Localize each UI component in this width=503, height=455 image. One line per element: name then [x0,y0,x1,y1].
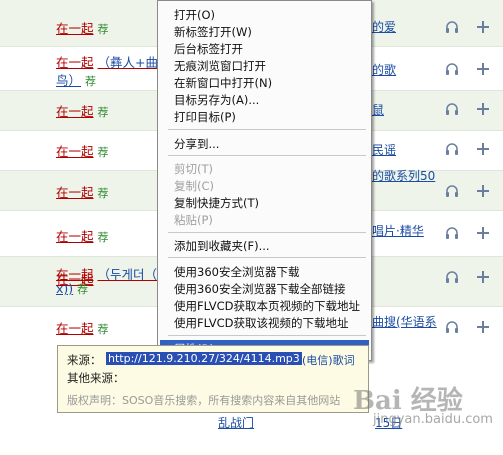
album-link[interactable]: 曲搜(华语系 [372,313,437,330]
menu-item-paste: 粘贴(P) [174,213,213,227]
headphone-icon[interactable] [445,226,459,240]
recommend-badge: 荐 [85,75,97,88]
song-link[interactable]: 在一起荐 [56,226,109,245]
baidu-watermark-url: jingyan.baidu.com [373,412,493,427]
menu-gutter [158,1,168,360]
add-icon[interactable] [476,142,490,156]
recommend-badge: 荐 [97,23,109,36]
headphone-icon[interactable] [445,142,459,156]
menu-item-copy: 复制(C) [174,179,215,193]
add-icon[interactable] [476,320,490,334]
menu-item-download-all-360[interactable]: 使用360安全浏览器下载全部链接 [174,281,345,297]
recommend-badge: 荐 [97,106,109,119]
menu-item-add-to-favorites[interactable]: 添加到收藏夹(F)... [174,238,270,254]
add-icon[interactable] [476,270,490,284]
source-tooltip: 来源： http://121.9.210.27/324/4114.mp3 (电信… [57,345,369,413]
other-source-label: 其他来源： [67,371,125,385]
add-icon[interactable] [476,62,490,76]
song-link-continued[interactable]: x)) 荐 [56,281,88,297]
menu-item-open-new-window[interactable]: 在新窗口中打开(N) [174,75,272,91]
menu-item-share[interactable]: 分享到... [174,136,219,152]
headphone-icon[interactable] [445,20,459,34]
album-link[interactable]: 鼠 [372,101,384,118]
add-icon[interactable] [476,20,490,34]
recommend-badge: 荐 [77,283,89,296]
menu-separator [168,257,366,258]
recommend-badge: 荐 [97,187,109,200]
menu-item-copy-shortcut[interactable]: 复制快捷方式(T) [174,195,259,211]
menu-separator [168,129,366,130]
song-link-continued[interactable]: 鸟）荐 [56,70,96,89]
headphone-icon[interactable] [445,102,459,116]
menu-item-open[interactable]: 打开(O) [174,7,215,23]
headphone-icon[interactable] [445,270,459,284]
menu-item-download-360[interactable]: 使用360安全浏览器下载 [174,264,299,280]
headphone-icon[interactable] [445,62,459,76]
menu-item-flvcd-video[interactable]: 使用FLVCD获取该视频的下载地址 [174,315,349,331]
menu-item-save-target-as[interactable]: 目标另存为(A)... [174,92,259,108]
menu-separator [168,335,366,336]
song-link[interactable]: 在一起荐 [56,101,109,120]
menu-item-open-background-tab[interactable]: 后台标签打开 [174,41,243,57]
add-icon[interactable] [476,184,490,198]
menu-separator [168,155,366,156]
menu-item-print-target[interactable]: 打印目标(P) [174,109,236,125]
album-link[interactable]: 的歌 [372,61,396,78]
song-link[interactable]: 在一起荐 [56,318,109,337]
recommend-badge: 荐 [97,146,109,159]
song-link[interactable]: 在一起 （彝人+曲 [56,52,158,71]
bottom-album-link[interactable]: 乱战门 [218,414,254,431]
copyright-notice: 版权声明：SOSO音乐搜索，所有搜索内容来自其他网站 [67,394,341,407]
album-link[interactable]: 民谣 [372,141,396,158]
lyrics-link[interactable]: (电信)歌词 [302,352,355,368]
menu-item-cut: 剪切(T) [174,162,213,176]
add-icon[interactable] [476,226,490,240]
headphone-icon[interactable] [445,320,459,334]
song-link[interactable]: 在一起荐 [56,182,109,201]
headphone-icon[interactable] [445,184,459,198]
menu-separator [168,232,366,233]
album-link[interactable]: 的爱 [372,18,396,35]
album-link[interactable]: 的歌系列50 [372,167,435,184]
context-menu: 打开(O) 新标签打开(W) 后台标签打开 无痕浏览窗口打开 在新窗口中打开(N… [157,0,372,361]
source-url[interactable]: http://121.9.210.27/324/4114.mp3 [106,352,302,365]
menu-item-flvcd-page[interactable]: 使用FLVCD获取本页视频的下载地址 [174,298,360,314]
menu-item-open-private-window[interactable]: 无痕浏览窗口打开 [174,58,266,74]
add-icon[interactable] [476,102,490,116]
recommend-badge: 荐 [97,323,109,336]
song-link[interactable]: 在一起荐 [56,141,109,160]
song-link[interactable]: 在一起荐 [56,18,109,37]
recommend-badge: 荐 [97,231,109,244]
menu-item-open-new-tab[interactable]: 新标签打开(W) [174,24,252,40]
album-link[interactable]: 唱片·精华 [372,222,424,239]
source-label: 来源： [67,353,102,367]
